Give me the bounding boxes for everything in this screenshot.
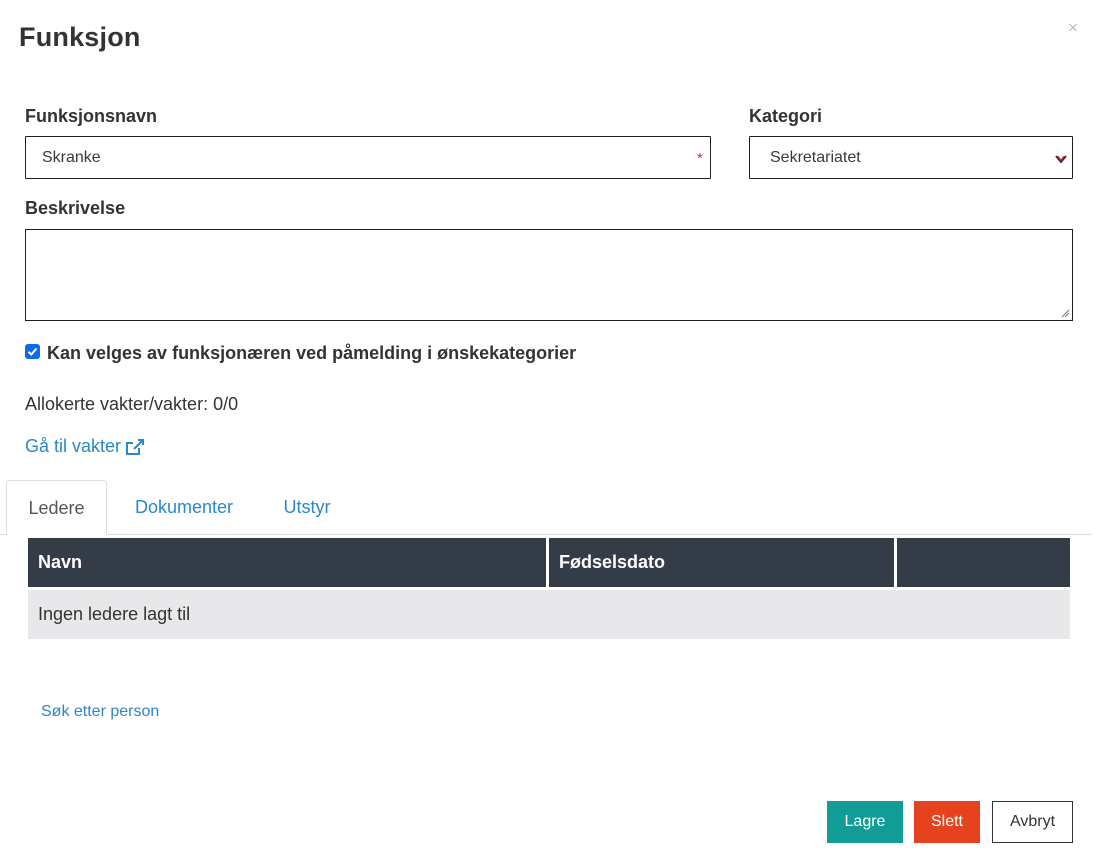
tab-ledere[interactable]: Ledere [6,480,107,535]
goto-shifts-label: Gå til vakter [25,436,122,456]
column-header-fodselsdato[interactable]: Fødselsdato [549,538,894,587]
close-icon[interactable]: × [1064,18,1082,38]
category-label: Kategori [749,106,823,126]
tab-dokumenter[interactable]: Dokumenter [128,480,240,535]
goto-shifts-link[interactable]: Gå til vakter [25,436,145,457]
category-select[interactable]: Sekretariatet [749,136,1073,179]
category-value: Sekretariatet [770,149,861,166]
resize-handle-icon[interactable] [1060,308,1070,318]
required-icon: * [697,150,703,167]
function-name-input[interactable]: Skranke * [25,136,711,179]
function-name-value: Skranke [42,149,101,166]
chevron-down-icon [1055,155,1067,164]
description-label: Beskrivelse [25,198,126,218]
dialog-title: Funksjon [19,22,141,52]
selectable-checkbox[interactable] [25,344,40,359]
description-textarea[interactable] [25,229,1073,321]
function-name-label: Funksjonsnavn [25,106,158,126]
selectable-checkbox-label[interactable]: Kan velges av funksjonæren ved påmelding… [47,343,576,364]
column-header-actions [897,538,1070,587]
delete-button[interactable]: Slett [914,801,980,843]
column-header-navn[interactable]: Navn [28,538,546,587]
table-empty-row: Ingen ledere lagt til [28,590,1070,639]
allocation-text: Allokerte vakter/vakter: 0/0 [25,394,239,414]
cancel-button[interactable]: Avbryt [992,801,1073,843]
table-header: Navn Fødselsdato [28,538,1070,587]
search-person-link[interactable]: Søk etter person [41,703,159,721]
tab-utstyr[interactable]: Utstyr [278,480,336,535]
function-dialog: Funksjon × Funksjonsnavn Skranke * Kateg… [0,0,1098,865]
save-button[interactable]: Lagre [827,801,903,843]
external-link-icon [126,438,145,455]
checkmark-icon [27,347,38,356]
